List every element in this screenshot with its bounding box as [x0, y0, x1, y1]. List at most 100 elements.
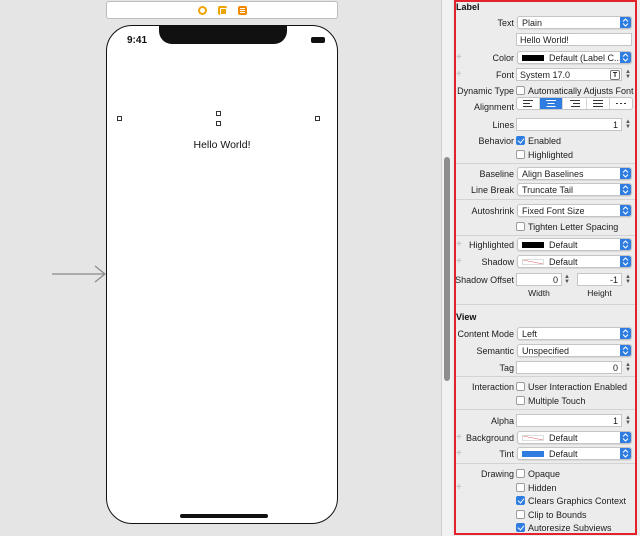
content-mode-value: Left: [522, 328, 538, 339]
lines-field[interactable]: 1: [516, 118, 622, 131]
tint-popup[interactable]: Default: [517, 447, 632, 460]
interaction-label: Interaction: [471, 382, 514, 392]
alignment-label: Alignment: [473, 102, 514, 112]
text-type-popup[interactable]: Plain: [517, 16, 632, 29]
shadow-width-field[interactable]: 0: [516, 273, 562, 286]
device-notch: [159, 26, 287, 44]
scrollbar-thumb[interactable]: [444, 157, 450, 381]
autoshrink-value: Fixed Font Size: [522, 205, 585, 216]
add-variation-icon[interactable]: +: [456, 482, 462, 493]
text-content-field[interactable]: Hello World!: [516, 33, 632, 46]
dynamic-type-option: Automatically Adjusts Font: [528, 86, 634, 96]
add-variation-icon[interactable]: +: [456, 69, 462, 80]
highlighted-color-value: Default: [549, 239, 578, 250]
section-divider: [456, 304, 636, 305]
multiple-touch-option: Multiple Touch: [528, 396, 586, 406]
drawing-label: Drawing: [480, 469, 514, 479]
tighten-spacing-option: Tighten Letter Spacing: [528, 222, 619, 232]
section-divider: [456, 199, 636, 200]
resize-handle-left[interactable]: [117, 116, 122, 121]
shadow-height-field[interactable]: -1: [577, 273, 622, 286]
align-center-button[interactable]: [540, 98, 564, 109]
highlighted-color-swatch: [522, 241, 544, 248]
lines-stepper[interactable]: ▲ ▼: [624, 118, 632, 131]
opaque-option: Opaque: [528, 469, 561, 479]
alpha-label: Alpha: [490, 416, 514, 426]
baseline-popup[interactable]: Align Baselines: [517, 167, 632, 180]
shadow-popup[interactable]: Default: [517, 255, 632, 268]
popup-arrow-icon: [620, 345, 631, 356]
align-right-button[interactable]: [563, 98, 587, 109]
clip-to-bounds-option: Clip to Bounds: [528, 510, 587, 520]
clip-to-bounds-checkbox[interactable]: [516, 510, 525, 519]
shadow-value: Default: [549, 256, 578, 267]
background-label: Background: [465, 433, 514, 443]
opaque-checkbox[interactable]: [516, 469, 525, 478]
entry-point-arrow-icon[interactable]: [52, 265, 108, 283]
alpha-value: 1: [612, 415, 618, 426]
hello-label[interactable]: Hello World!: [107, 139, 337, 151]
storyboard-canvas[interactable]: 9:41 Hello World!: [0, 0, 441, 536]
autoshrink-popup[interactable]: Fixed Font Size: [517, 204, 632, 217]
semantic-label: Semantic: [476, 346, 514, 356]
alignment-segmented-control[interactable]: [516, 97, 633, 110]
align-left-button[interactable]: [517, 98, 541, 109]
lines-label: Lines: [492, 120, 514, 130]
shadow-height-value: -1: [609, 274, 618, 285]
line-break-value: Truncate Tail: [522, 184, 574, 195]
tag-stepper[interactable]: ▲ ▼: [624, 361, 632, 374]
tighten-spacing-checkbox[interactable]: [516, 222, 525, 231]
section-divider: [456, 463, 636, 464]
tint-label: Tint: [499, 449, 514, 459]
device-frame[interactable]: 9:41 Hello World!: [106, 25, 338, 524]
add-variation-icon[interactable]: +: [456, 256, 462, 267]
tag-field[interactable]: 0: [516, 361, 622, 374]
resize-handle-top[interactable]: [216, 111, 221, 116]
add-variation-icon[interactable]: +: [456, 239, 462, 250]
view-controller-icon[interactable]: [197, 5, 207, 15]
add-variation-icon[interactable]: +: [456, 448, 462, 459]
add-variation-icon[interactable]: +: [456, 432, 462, 443]
shadow-width-stepper[interactable]: ▲ ▼: [563, 273, 571, 286]
alpha-stepper[interactable]: ▲ ▼: [624, 414, 632, 427]
hidden-checkbox[interactable]: [516, 483, 525, 492]
highlighted-color-popup[interactable]: Default: [517, 238, 632, 251]
shadow-height-stepper[interactable]: ▲ ▼: [624, 273, 632, 286]
popup-arrow-icon: [620, 184, 631, 195]
enabled-checkbox[interactable]: [516, 136, 525, 145]
align-right-icon: [569, 100, 580, 107]
align-natural-button[interactable]: [610, 98, 632, 109]
highlighted-checkbox[interactable]: [516, 150, 525, 159]
behavior-label: Behavior: [478, 136, 514, 146]
background-popup[interactable]: Default: [517, 431, 632, 444]
line-break-popup[interactable]: Truncate Tail: [517, 183, 632, 196]
multiple-touch-checkbox[interactable]: [516, 396, 525, 405]
exit-icon[interactable]: [237, 5, 247, 15]
align-center-icon: [546, 100, 557, 107]
dynamic-type-label: Dynamic Type: [457, 86, 514, 96]
font-picker-icon[interactable]: T: [610, 70, 620, 80]
scene-dock: [106, 1, 338, 19]
resize-handle-right[interactable]: [315, 116, 320, 121]
clears-graphics-checkbox[interactable]: [516, 496, 525, 505]
home-indicator: [180, 514, 268, 518]
alpha-field[interactable]: 1: [516, 414, 622, 427]
font-size-stepper[interactable]: ▲ ▼: [624, 68, 632, 81]
first-responder-icon[interactable]: [217, 5, 227, 15]
semantic-popup[interactable]: Unspecified: [517, 344, 632, 357]
popup-arrow-icon: [620, 168, 631, 179]
text-content-value: Hello World!: [520, 34, 569, 45]
align-justified-button[interactable]: [587, 98, 610, 109]
color-popup[interactable]: Default (Label C...: [517, 51, 632, 64]
align-left-icon: [523, 100, 534, 107]
user-interaction-checkbox[interactable]: [516, 382, 525, 391]
dynamic-type-checkbox[interactable]: [516, 86, 525, 95]
popup-arrow-icon: [620, 205, 631, 216]
font-field[interactable]: System 17.0 T: [516, 68, 622, 81]
resize-handle-bottom[interactable]: [216, 121, 221, 126]
autoresize-subviews-checkbox[interactable]: [516, 523, 525, 532]
add-variation-icon[interactable]: +: [456, 52, 462, 63]
font-value: System 17.0: [520, 69, 571, 80]
popup-arrow-icon: [620, 256, 631, 267]
content-mode-popup[interactable]: Left: [517, 327, 632, 340]
